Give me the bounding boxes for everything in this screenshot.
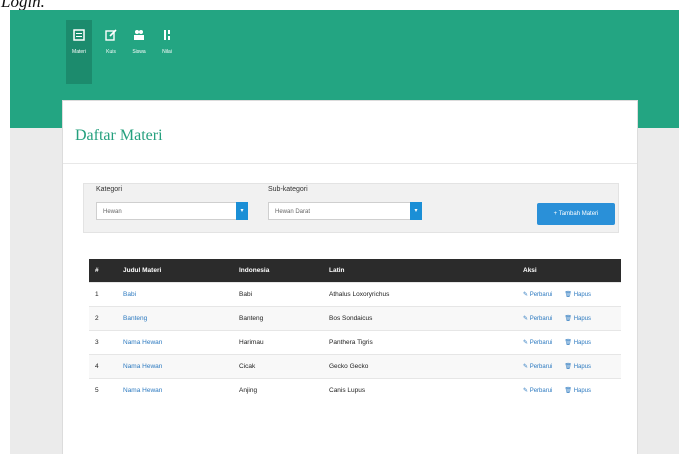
subkategori-select[interactable]: Hewan Darat ▾ (268, 202, 422, 220)
row-indonesia: Harimau (233, 330, 323, 355)
table-row: 3 Nama Hewan Harimau Panthera Tigris ✎ P… (89, 330, 621, 355)
users-icon (126, 28, 152, 46)
row-latin: Bos Sondaicus (323, 306, 517, 331)
nav-siswa[interactable]: Siswa (126, 28, 152, 55)
col-indonesia: Indonesia (233, 259, 323, 283)
delete-link[interactable]: 🗑 Hapus (564, 292, 597, 298)
row-indonesia: Banteng (233, 306, 323, 331)
subkategori-dropdown-icon[interactable]: ▾ (410, 202, 422, 220)
edit-link[interactable]: ✎ Perbarui (523, 388, 558, 394)
row-indonesia: Cicak (233, 354, 323, 379)
sort-icon (154, 28, 180, 46)
kategori-dropdown-icon[interactable]: ▾ (236, 202, 248, 220)
row-judul-link[interactable]: Nama Hewan (117, 330, 233, 355)
page-title: Daftar Materi (75, 127, 163, 144)
materi-table: # Judul Materi Indonesia Latin Aksi 1 Ba… (89, 259, 621, 402)
row-judul-link[interactable]: Banteng (117, 306, 233, 331)
row-latin: Canis Lupus (323, 378, 517, 402)
delete-link[interactable]: 🗑 Hapus (564, 388, 597, 394)
col-no: # (89, 259, 117, 283)
row-no: 3 (89, 330, 117, 355)
subkategori-label: Sub-kategori (268, 186, 308, 193)
nav-materi[interactable]: Materi (66, 20, 92, 84)
edit-link[interactable]: ✎ Perbarui (523, 340, 558, 346)
col-judul: Judul Materi (117, 259, 233, 283)
row-actions: ✎ Perbarui 🗑 Hapus (517, 306, 621, 331)
delete-link[interactable]: 🗑 Hapus (564, 340, 597, 346)
row-judul-link[interactable]: Nama Hewan (117, 378, 233, 402)
row-judul-link[interactable]: Babi (117, 282, 233, 307)
row-actions: ✎ Perbarui 🗑 Hapus (517, 354, 621, 379)
row-actions: ✎ Perbarui 🗑 Hapus (517, 282, 621, 307)
edit-icon (98, 28, 124, 46)
row-no: 1 (89, 282, 117, 307)
nav-nilai[interactable]: Nilai (154, 28, 180, 55)
row-actions: ✎ Perbarui 🗑 Hapus (517, 378, 621, 402)
row-latin: Gecko Gecko (323, 354, 517, 379)
table-row: 1 Babi Babi Athalus Loxoryrichus ✎ Perba… (89, 282, 621, 307)
table-row: 2 Banteng Banteng Bos Sondaicus ✎ Perbar… (89, 306, 621, 331)
row-latin: Athalus Loxoryrichus (323, 282, 517, 307)
col-aksi: Aksi (517, 259, 621, 283)
col-latin: Latin (323, 259, 517, 283)
kategori-select[interactable]: Hewan ▾ (96, 202, 248, 220)
login-caption: Login. (1, 0, 45, 11)
app-window: Materi Kuis Siswa Nilai Daftar Materi Ka… (10, 10, 679, 454)
kategori-value: Hewan (103, 209, 122, 215)
subkategori-value: Hewan Darat (275, 209, 311, 215)
row-no: 5 (89, 378, 117, 402)
nav-kuis-label: Kuis (106, 49, 116, 55)
row-indonesia: Babi (233, 282, 323, 307)
table-row: 4 Nama Hewan Cicak Gecko Gecko ✎ Perbaru… (89, 354, 621, 379)
header-divider (63, 163, 637, 164)
nav-siswa-label: Siswa (132, 49, 146, 55)
delete-link[interactable]: 🗑 Hapus (564, 316, 597, 322)
nav-materi-label: Materi (72, 49, 86, 55)
row-no: 2 (89, 306, 117, 331)
list-icon (66, 28, 92, 46)
table-row: 5 Nama Hewan Anjing Canis Lupus ✎ Perbar… (89, 378, 621, 402)
nav-nilai-label: Nilai (162, 49, 172, 55)
edit-link[interactable]: ✎ Perbarui (523, 316, 558, 322)
edit-link[interactable]: ✎ Perbarui (523, 364, 558, 370)
edit-link[interactable]: ✎ Perbarui (523, 292, 558, 298)
row-indonesia: Anjing (233, 378, 323, 402)
daftar-materi-panel: Daftar Materi Kategori Hewan ▾ Sub-kateg… (62, 100, 638, 454)
nav-kuis[interactable]: Kuis (98, 28, 124, 55)
delete-link[interactable]: 🗑 Hapus (564, 364, 597, 370)
add-materi-button[interactable]: + Tambah Materi (537, 203, 615, 225)
row-actions: ✎ Perbarui 🗑 Hapus (517, 330, 621, 355)
row-latin: Panthera Tigris (323, 330, 517, 355)
row-no: 4 (89, 354, 117, 379)
kategori-label: Kategori (96, 186, 123, 193)
table-header-row: # Judul Materi Indonesia Latin Aksi (89, 259, 621, 283)
row-judul-link[interactable]: Nama Hewan (117, 354, 233, 379)
